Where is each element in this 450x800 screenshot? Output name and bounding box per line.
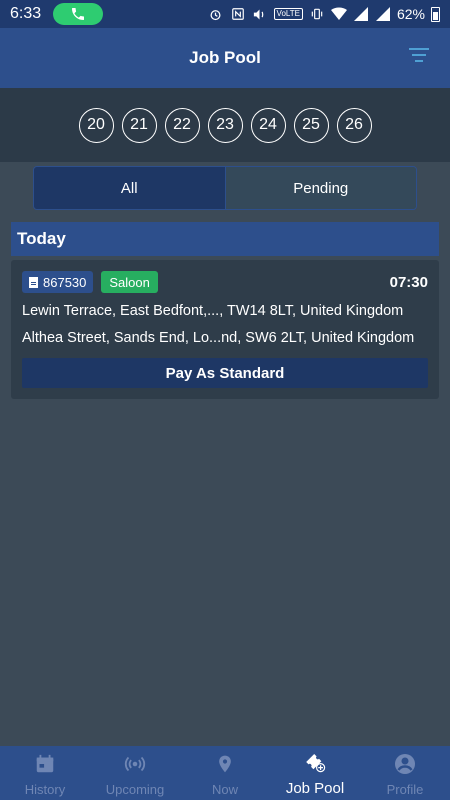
date-chip[interactable]: 25 [293,107,329,143]
battery-icon [431,6,440,22]
page-title: Job Pool [189,48,261,67]
nfc-icon [230,6,246,22]
nav-label: History [24,782,66,797]
status-icons: VoLTE 62% [208,6,440,22]
pickup-address: Lewin Terrace, East Bedfont,..., TW14 8L… [22,303,404,319]
ticket-add-icon [303,750,327,774]
date-chip[interactable]: 21 [121,107,157,143]
app-bar: Job Pool [0,28,450,88]
payment-type-button[interactable]: Pay As Standard [22,358,428,388]
status-bar: 6:33 VoLTE 62% [0,0,450,28]
date-chip[interactable]: 24 [250,107,286,143]
vehicle-type-badge: Saloon [101,271,158,293]
radar-icon [123,752,147,776]
nav-item-upcoming[interactable]: Upcoming [90,746,180,800]
nav-label: Upcoming [105,782,165,797]
date-chip[interactable]: 20 [78,107,114,143]
date-chip[interactable]: 22 [164,107,200,143]
wifi-icon [330,6,347,22]
tab-pending[interactable]: Pending [224,167,416,209]
filter-icon[interactable] [408,48,430,68]
nav-item-now[interactable]: Now [180,746,270,800]
nav-label: Job Pool [285,780,345,797]
nav-item-job-pool[interactable]: Job Pool [270,746,360,800]
date-chip[interactable]: 26 [336,107,372,143]
job-filter-tabs: All Pending [33,166,417,210]
nav-label: Now [211,782,238,797]
job-time: 07:30 [389,273,428,291]
date-selector: 20 21 22 23 24 25 26 [0,88,450,162]
volte-badge: VoLTE [273,8,303,20]
nav-label: Profile [386,782,424,797]
vibrate-icon [309,6,325,22]
date-chip[interactable]: 23 [207,107,243,143]
job-id-badge: 867530 [22,271,94,293]
job-card[interactable]: 867530 Saloon 07:30 Lewin Terrace, East … [11,260,439,399]
signal-icon [353,6,369,22]
battery-percent: 62% [396,6,425,22]
document-icon [29,276,38,288]
job-id: 867530 [43,274,87,290]
calendar-icon [33,752,57,776]
nav-item-profile[interactable]: Profile [360,746,450,800]
status-time: 6:33 [10,5,42,22]
alarm-icon [208,6,224,22]
section-header-today: Today [11,222,439,256]
job-card-header: 867530 Saloon 07:30 [22,271,428,293]
ongoing-call-indicator[interactable] [53,3,104,25]
nav-item-history[interactable]: History [0,746,90,800]
volume-icon [252,6,268,22]
signal-icon-2 [375,6,391,22]
location-pin-icon [213,752,237,776]
tab-all[interactable]: All [34,167,225,209]
account-icon [393,752,417,776]
phone-icon [72,8,85,20]
dropoff-address: Althea Street, Sands End, Lo...nd, SW6 2… [22,330,415,346]
bottom-navigation: History Upcoming Now Job Pool Profile [0,746,450,800]
